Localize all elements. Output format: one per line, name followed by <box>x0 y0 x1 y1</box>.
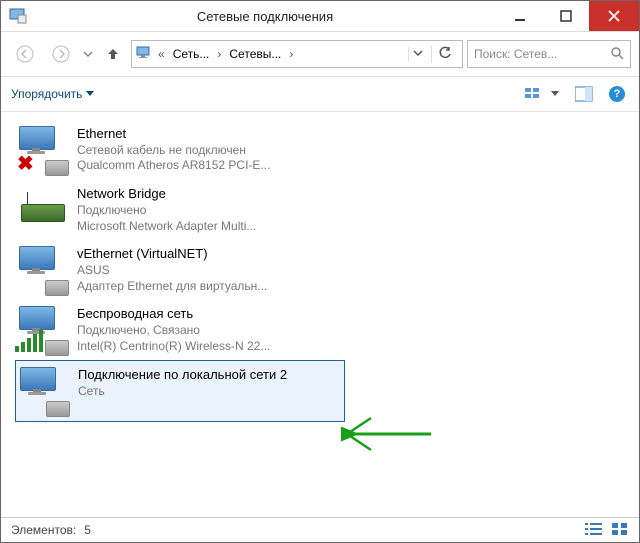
help-icon: ? <box>609 86 625 102</box>
connection-device: Сеть <box>78 384 287 400</box>
statusbar: Элементов: 5 <box>1 517 639 542</box>
connection-device: Qualcomm Atheros AR8152 PCI-E... <box>77 158 270 174</box>
toolbar: Упорядочить ? <box>1 77 639 112</box>
connection-item-ethernet[interactable]: ✖ Ethernet Сетевой кабель не подключен Q… <box>15 120 343 180</box>
breadcrumb-sep: « <box>156 47 167 61</box>
search-icon <box>610 46 624 63</box>
forward-button[interactable] <box>45 41 77 67</box>
connection-status: Подключено <box>77 203 256 219</box>
address-dropdown-button[interactable] <box>408 47 427 61</box>
search-input[interactable]: Поиск: Сетев... <box>467 40 631 68</box>
connection-status: Подключено, Связано <box>77 323 270 339</box>
breadcrumb-item[interactable]: Сеть... <box>171 47 212 61</box>
back-button[interactable] <box>9 41 41 67</box>
window-title: Сетевые подключения <box>33 9 497 24</box>
connection-device: Microsoft Network Adapter Multi... <box>77 219 256 235</box>
connection-device: Адаптер Ethernet для виртуальн... <box>77 279 267 295</box>
control-panel-icon <box>9 7 27 25</box>
connection-item-wireless[interactable]: Беспроводная сеть Подключено, Связано In… <box>15 300 343 360</box>
connections-list: ✖ Ethernet Сетевой кабель не подключен Q… <box>1 112 639 517</box>
network-icon <box>136 45 152 64</box>
bridge-icon <box>19 186 67 234</box>
details-view-button[interactable] <box>585 522 603 539</box>
status-count: 5 <box>84 523 91 537</box>
connection-name: vEthernet (VirtualNET) <box>77 246 267 263</box>
recent-locations-button[interactable] <box>81 41 95 67</box>
view-mode-button[interactable] <box>521 84 563 104</box>
help-button[interactable]: ? <box>605 84 629 104</box>
connection-status: Сетевой кабель не подключен <box>77 143 270 159</box>
ethernet-icon <box>20 367 68 415</box>
window-controls <box>497 1 639 31</box>
organize-label: Упорядочить <box>11 87 82 101</box>
connection-item-bridge[interactable]: Network Bridge Подключено Microsoft Netw… <box>15 180 343 240</box>
connection-item-lan2[interactable]: Подключение по локальной сети 2 Сеть <box>15 360 345 422</box>
connection-name: Ethernet <box>77 126 270 143</box>
ethernet-disconnected-icon: ✖ <box>19 126 67 174</box>
connection-name: Network Bridge <box>77 186 256 203</box>
annotation-arrow <box>341 404 441 464</box>
chevron-down-icon <box>551 90 559 98</box>
chevron-down-icon <box>86 90 94 98</box>
connection-item-vethernet[interactable]: vEthernet (VirtualNET) ASUS Адаптер Ethe… <box>15 240 343 300</box>
chevron-right-icon: › <box>287 47 295 61</box>
chevron-right-icon: › <box>215 47 223 61</box>
window: Сетевые подключения <box>0 0 640 543</box>
wifi-icon <box>19 306 67 354</box>
preview-pane-button[interactable] <box>571 84 597 104</box>
ethernet-icon <box>19 246 67 294</box>
refresh-button[interactable] <box>431 46 458 63</box>
close-button[interactable] <box>589 1 639 31</box>
large-icons-view-button[interactable] <box>611 522 629 539</box>
titlebar: Сетевые подключения <box>1 1 639 32</box>
navbar: « Сеть... › Сетевы... › Поиск: Сетев... <box>1 32 639 77</box>
breadcrumb-item[interactable]: Сетевы... <box>227 47 283 61</box>
address-bar[interactable]: « Сеть... › Сетевы... › <box>131 40 463 68</box>
search-placeholder: Поиск: Сетев... <box>474 47 604 61</box>
minimize-button[interactable] <box>497 1 543 31</box>
organize-menu[interactable]: Упорядочить <box>11 87 94 101</box>
connection-name: Беспроводная сеть <box>77 306 270 323</box>
connection-status: ASUS <box>77 263 267 279</box>
connection-name: Подключение по локальной сети 2 <box>78 367 287 384</box>
up-button[interactable] <box>99 41 127 67</box>
status-label: Элементов: <box>11 523 76 537</box>
maximize-button[interactable] <box>543 1 589 31</box>
connection-device: Intel(R) Centrino(R) Wireless-N 22... <box>77 339 270 355</box>
